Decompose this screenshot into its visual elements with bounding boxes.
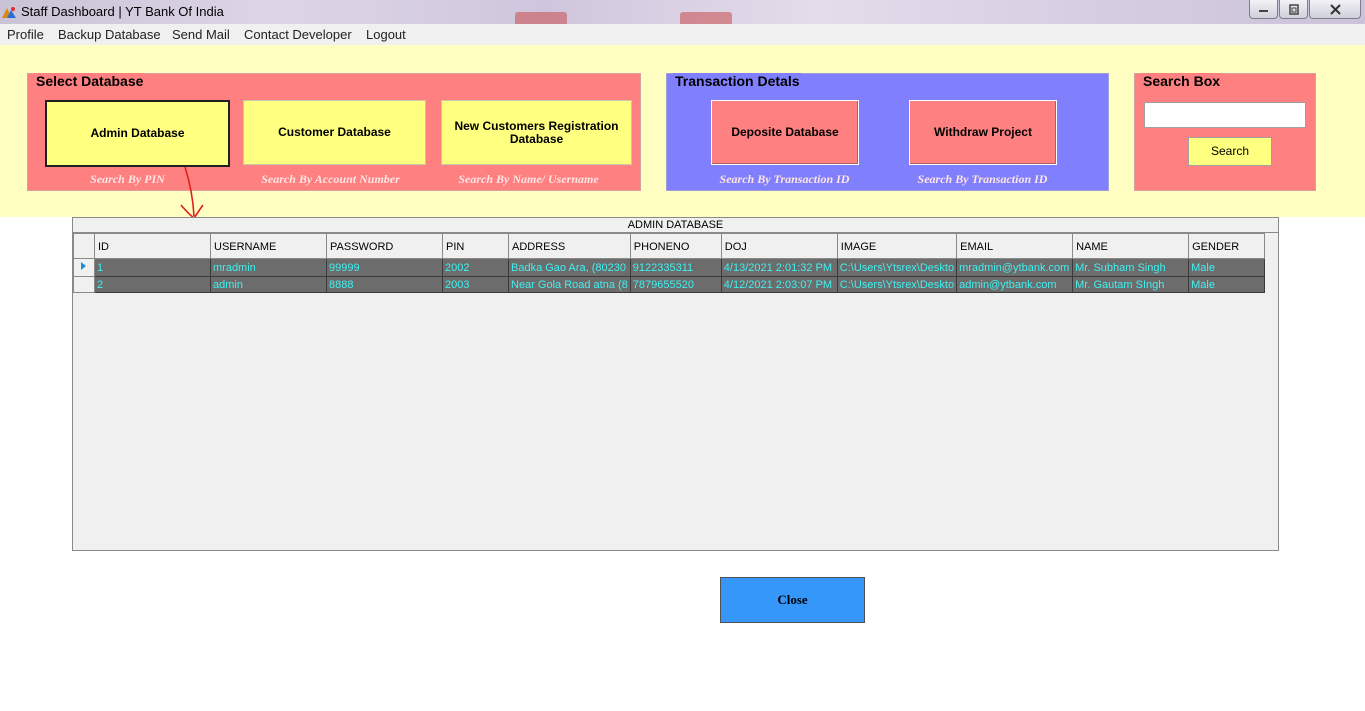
column-header[interactable]: IMAGE xyxy=(836,233,958,259)
row-selector[interactable] xyxy=(73,276,95,293)
table-row[interactable]: 2 admin 8888 2003 Near Gola Road atna (8… xyxy=(73,276,1266,293)
table-cell[interactable]: 8888 xyxy=(326,276,443,293)
annotation-arrow-icon xyxy=(180,166,204,220)
hint-search-by-name: Search By Name/ Username xyxy=(458,172,599,186)
customer-database-button[interactable]: Customer Database xyxy=(243,100,426,165)
withdraw-project-button[interactable]: Withdraw Project xyxy=(909,100,1057,165)
menu-send-mail[interactable]: Send Mail xyxy=(172,27,230,42)
table-cell[interactable]: C:\Users\Ytsrex\Deskto xyxy=(836,276,958,293)
column-header[interactable]: DOJ xyxy=(720,233,838,259)
grid-caption: ADMIN DATABASE xyxy=(73,218,1278,233)
table-cell[interactable]: C:\Users\Ytsrex\Deskto xyxy=(836,258,958,277)
window-title: Staff Dashboard | YT Bank Of India xyxy=(21,4,224,19)
table-cell[interactable]: Male xyxy=(1188,258,1266,277)
table-cell[interactable]: Badka Gao Ara, (80230 xyxy=(508,258,631,277)
table-cell[interactable]: mradmin xyxy=(210,258,327,277)
menu-profile[interactable]: Profile xyxy=(7,27,44,42)
column-header[interactable]: PHONENO xyxy=(629,233,722,259)
table-cell[interactable]: Near Gola Road atna (8 xyxy=(508,276,631,293)
admin-database-button[interactable]: Admin Database xyxy=(45,100,230,167)
table-cell[interactable]: 1 xyxy=(94,258,211,277)
new-customers-registration-button[interactable]: New Customers Registration Database xyxy=(441,100,632,165)
column-header[interactable]: GENDER xyxy=(1188,233,1266,259)
admin-data-grid[interactable]: ADMIN DATABASE ID USERNAME PASSWORD PIN … xyxy=(72,217,1279,551)
column-header[interactable]: ADDRESS xyxy=(508,233,631,259)
restore-icon xyxy=(1289,3,1299,15)
minimize-button[interactable] xyxy=(1249,0,1278,19)
table-cell[interactable]: 4/12/2021 2:03:07 PM xyxy=(720,276,838,293)
table-cell[interactable]: 7879655520 xyxy=(629,276,722,293)
table-cell[interactable]: mradmin@ytbank.com xyxy=(956,258,1074,277)
menu-backup-database[interactable]: Backup Database xyxy=(58,27,161,42)
title-decoration xyxy=(515,12,567,24)
column-header[interactable]: PASSWORD xyxy=(326,233,443,259)
title-decoration xyxy=(680,12,732,24)
search-box-group: Search Box Search xyxy=(1134,73,1316,191)
menu-bar: Profile Backup Database Send Mail Contac… xyxy=(0,24,1365,45)
deposite-database-button[interactable]: Deposite Database xyxy=(711,100,859,165)
table-row[interactable]: 1 mradmin 99999 2002 Badka Gao Ara, (802… xyxy=(73,258,1266,277)
column-header[interactable]: USERNAME xyxy=(210,233,327,259)
top-panel: Select Database Admin Database Customer … xyxy=(0,45,1365,220)
menu-contact-developer[interactable]: Contact Developer xyxy=(244,27,352,42)
table-cell[interactable]: 9122335311 xyxy=(629,258,722,277)
table-cell[interactable]: 2003 xyxy=(442,276,509,293)
search-box-title: Search Box xyxy=(1141,73,1223,89)
hint-search-by-account: Search By Account Number xyxy=(261,172,400,186)
window-title-bar[interactable]: Staff Dashboard | YT Bank Of India xyxy=(0,0,1365,24)
select-database-group: Select Database Admin Database Customer … xyxy=(27,73,641,191)
table-cell[interactable]: admin@ytbank.com xyxy=(956,276,1074,293)
table-cell[interactable]: Mr. Gautam SIngh xyxy=(1072,276,1190,293)
row-selector[interactable] xyxy=(73,258,95,277)
column-header[interactable]: NAME xyxy=(1072,233,1190,259)
header-row: ID USERNAME PASSWORD PIN ADDRESS PHONENO… xyxy=(73,233,1266,259)
column-header[interactable]: ID xyxy=(94,233,211,259)
current-row-icon xyxy=(81,262,86,270)
data-table[interactable]: ID USERNAME PASSWORD PIN ADDRESS PHONENO… xyxy=(73,233,1266,293)
select-database-title: Select Database xyxy=(34,73,146,89)
hint-search-by-transaction-id: Search By Transaction ID xyxy=(719,172,850,186)
menu-logout[interactable]: Logout xyxy=(366,27,406,42)
close-window-button[interactable] xyxy=(1309,0,1361,19)
table-cell[interactable]: 99999 xyxy=(326,258,443,277)
app-icon xyxy=(2,7,16,18)
close-icon xyxy=(1329,3,1341,15)
row-header-corner xyxy=(73,233,95,259)
table-cell[interactable]: Male xyxy=(1188,276,1266,293)
table-cell[interactable]: 4/13/2021 2:01:32 PM xyxy=(720,258,838,277)
table-cell[interactable]: 2002 xyxy=(442,258,509,277)
search-button[interactable]: Search xyxy=(1188,137,1272,166)
search-input[interactable] xyxy=(1144,102,1306,128)
column-header[interactable]: EMAIL xyxy=(956,233,1074,259)
table-cell[interactable]: admin xyxy=(210,276,327,293)
restore-button[interactable] xyxy=(1279,0,1308,19)
column-header[interactable]: PIN xyxy=(442,233,509,259)
transaction-details-title: Transaction Detals xyxy=(673,73,802,89)
minimize-icon xyxy=(1259,10,1268,12)
table-cell[interactable]: 2 xyxy=(94,276,211,293)
hint-search-by-transaction-id: Search By Transaction ID xyxy=(917,172,1048,186)
transaction-details-group: Transaction Detals Deposite Database Wit… xyxy=(666,73,1109,191)
close-button[interactable]: Close xyxy=(720,577,865,623)
table-cell[interactable]: Mr. Subham Singh xyxy=(1072,258,1190,277)
